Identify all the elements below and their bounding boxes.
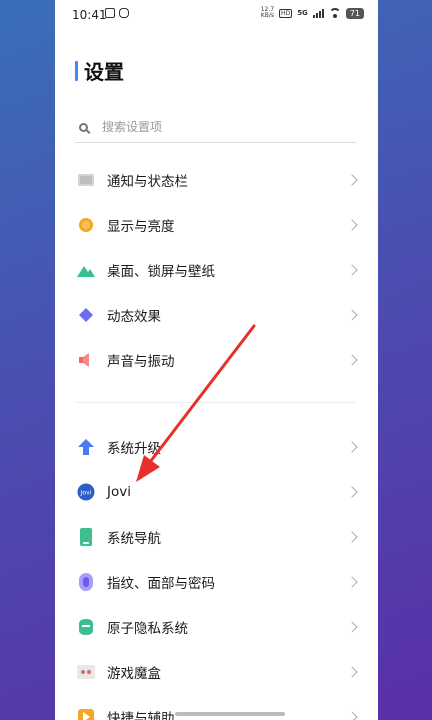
annotation-arrow-icon	[136, 324, 256, 482]
